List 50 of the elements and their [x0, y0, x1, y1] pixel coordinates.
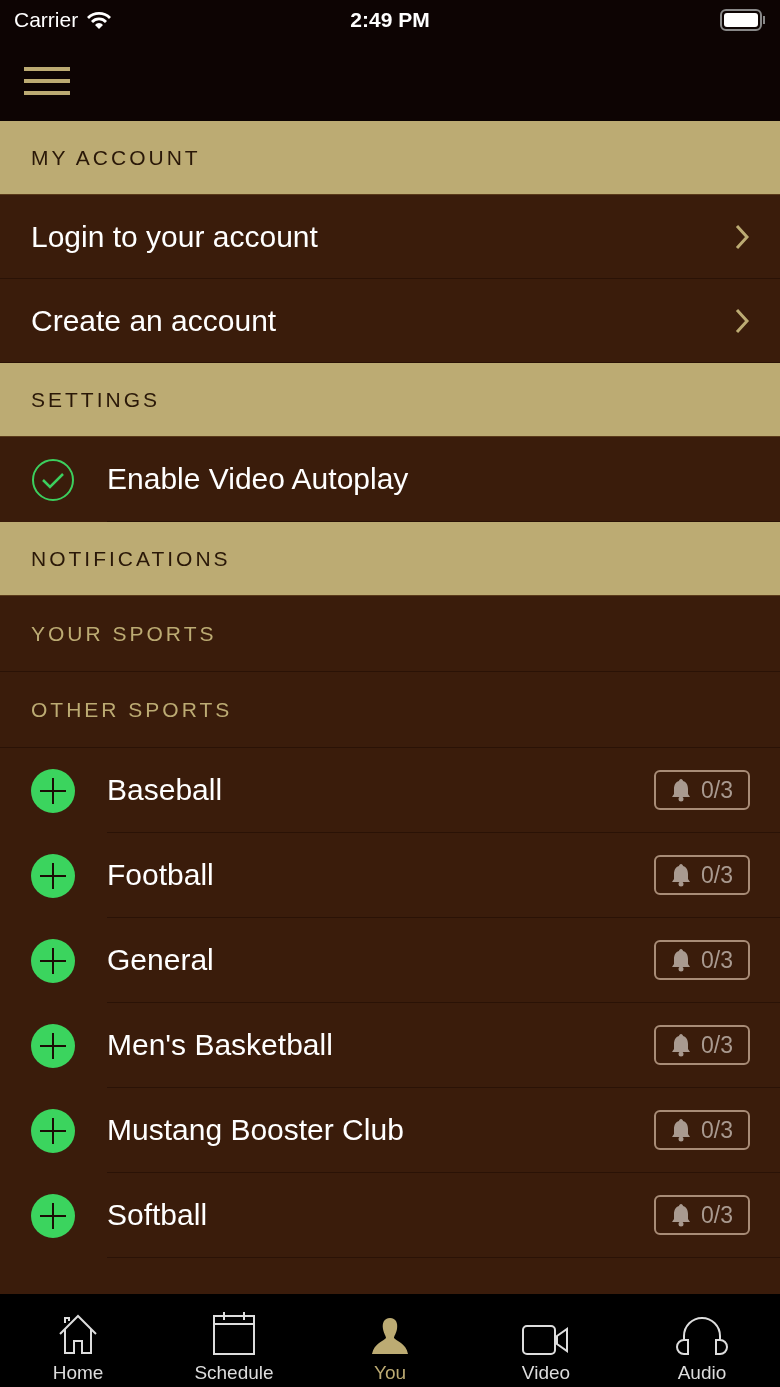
- menu-row[interactable]: Login to your account: [0, 195, 780, 279]
- add-icon[interactable]: [31, 1023, 75, 1068]
- bell-icon: [671, 1203, 691, 1227]
- menu-icon[interactable]: [24, 66, 70, 95]
- add-icon[interactable]: [31, 768, 75, 813]
- setting-label: Enable Video Autoplay: [107, 462, 409, 496]
- sport-label: Football: [107, 858, 214, 892]
- notification-count-button[interactable]: 0/3: [654, 940, 750, 980]
- tab-item[interactable]: You: [312, 1294, 468, 1387]
- chevron-icon: [734, 223, 750, 250]
- add-icon[interactable]: [31, 853, 75, 898]
- bell-icon: [671, 948, 691, 972]
- tab-item[interactable]: Schedule: [156, 1294, 312, 1387]
- section-header: MY ACCOUNT: [0, 121, 780, 195]
- tab-item[interactable]: Video: [468, 1294, 624, 1387]
- bell-icon: [671, 1118, 691, 1142]
- bell-icon: [671, 1033, 691, 1057]
- row-label: Create an account: [31, 303, 277, 338]
- battery-icon: [720, 9, 766, 31]
- calendar-icon: [212, 1312, 256, 1356]
- tab-item[interactable]: Audio: [624, 1294, 780, 1387]
- clock-time: 2:49 PM: [350, 8, 430, 32]
- subsection-title: YOUR SPORTS: [31, 621, 217, 646]
- headphones-icon: [676, 1316, 728, 1356]
- carrier-label: Carrier: [14, 8, 79, 32]
- notification-count-button[interactable]: 0/3: [654, 1195, 750, 1235]
- sport-label: Baseball: [107, 773, 223, 807]
- notification-count-button[interactable]: 0/3: [654, 1025, 750, 1065]
- checkmark-circle-icon[interactable]: [31, 457, 75, 502]
- bell-icon: [671, 863, 691, 887]
- section-header: NOTIFICATIONS: [0, 522, 780, 596]
- sport-label: General: [107, 943, 214, 977]
- add-icon[interactable]: [31, 1193, 75, 1238]
- notification-count-button[interactable]: 0/3: [654, 770, 750, 810]
- wifi-icon: [86, 10, 113, 30]
- row-label: Login to your account: [31, 219, 318, 254]
- sport-label: Men's Basketball: [107, 1028, 333, 1062]
- add-icon[interactable]: [31, 938, 75, 983]
- chevron-icon: [734, 307, 750, 334]
- bell-icon: [671, 778, 691, 802]
- person-icon: [370, 1316, 410, 1356]
- notification-count-button[interactable]: 0/3: [654, 1110, 750, 1150]
- add-icon[interactable]: [31, 1108, 75, 1153]
- video-camera-icon: [521, 1324, 571, 1356]
- sport-label: Mustang Booster Club: [107, 1113, 404, 1147]
- tab-item[interactable]: Home: [0, 1294, 156, 1387]
- sport-label: Softball: [107, 1198, 208, 1232]
- notification-count-button[interactable]: 0/3: [654, 855, 750, 895]
- section-header: SETTINGS: [0, 363, 780, 437]
- subsection-title: OTHER SPORTS: [31, 697, 233, 722]
